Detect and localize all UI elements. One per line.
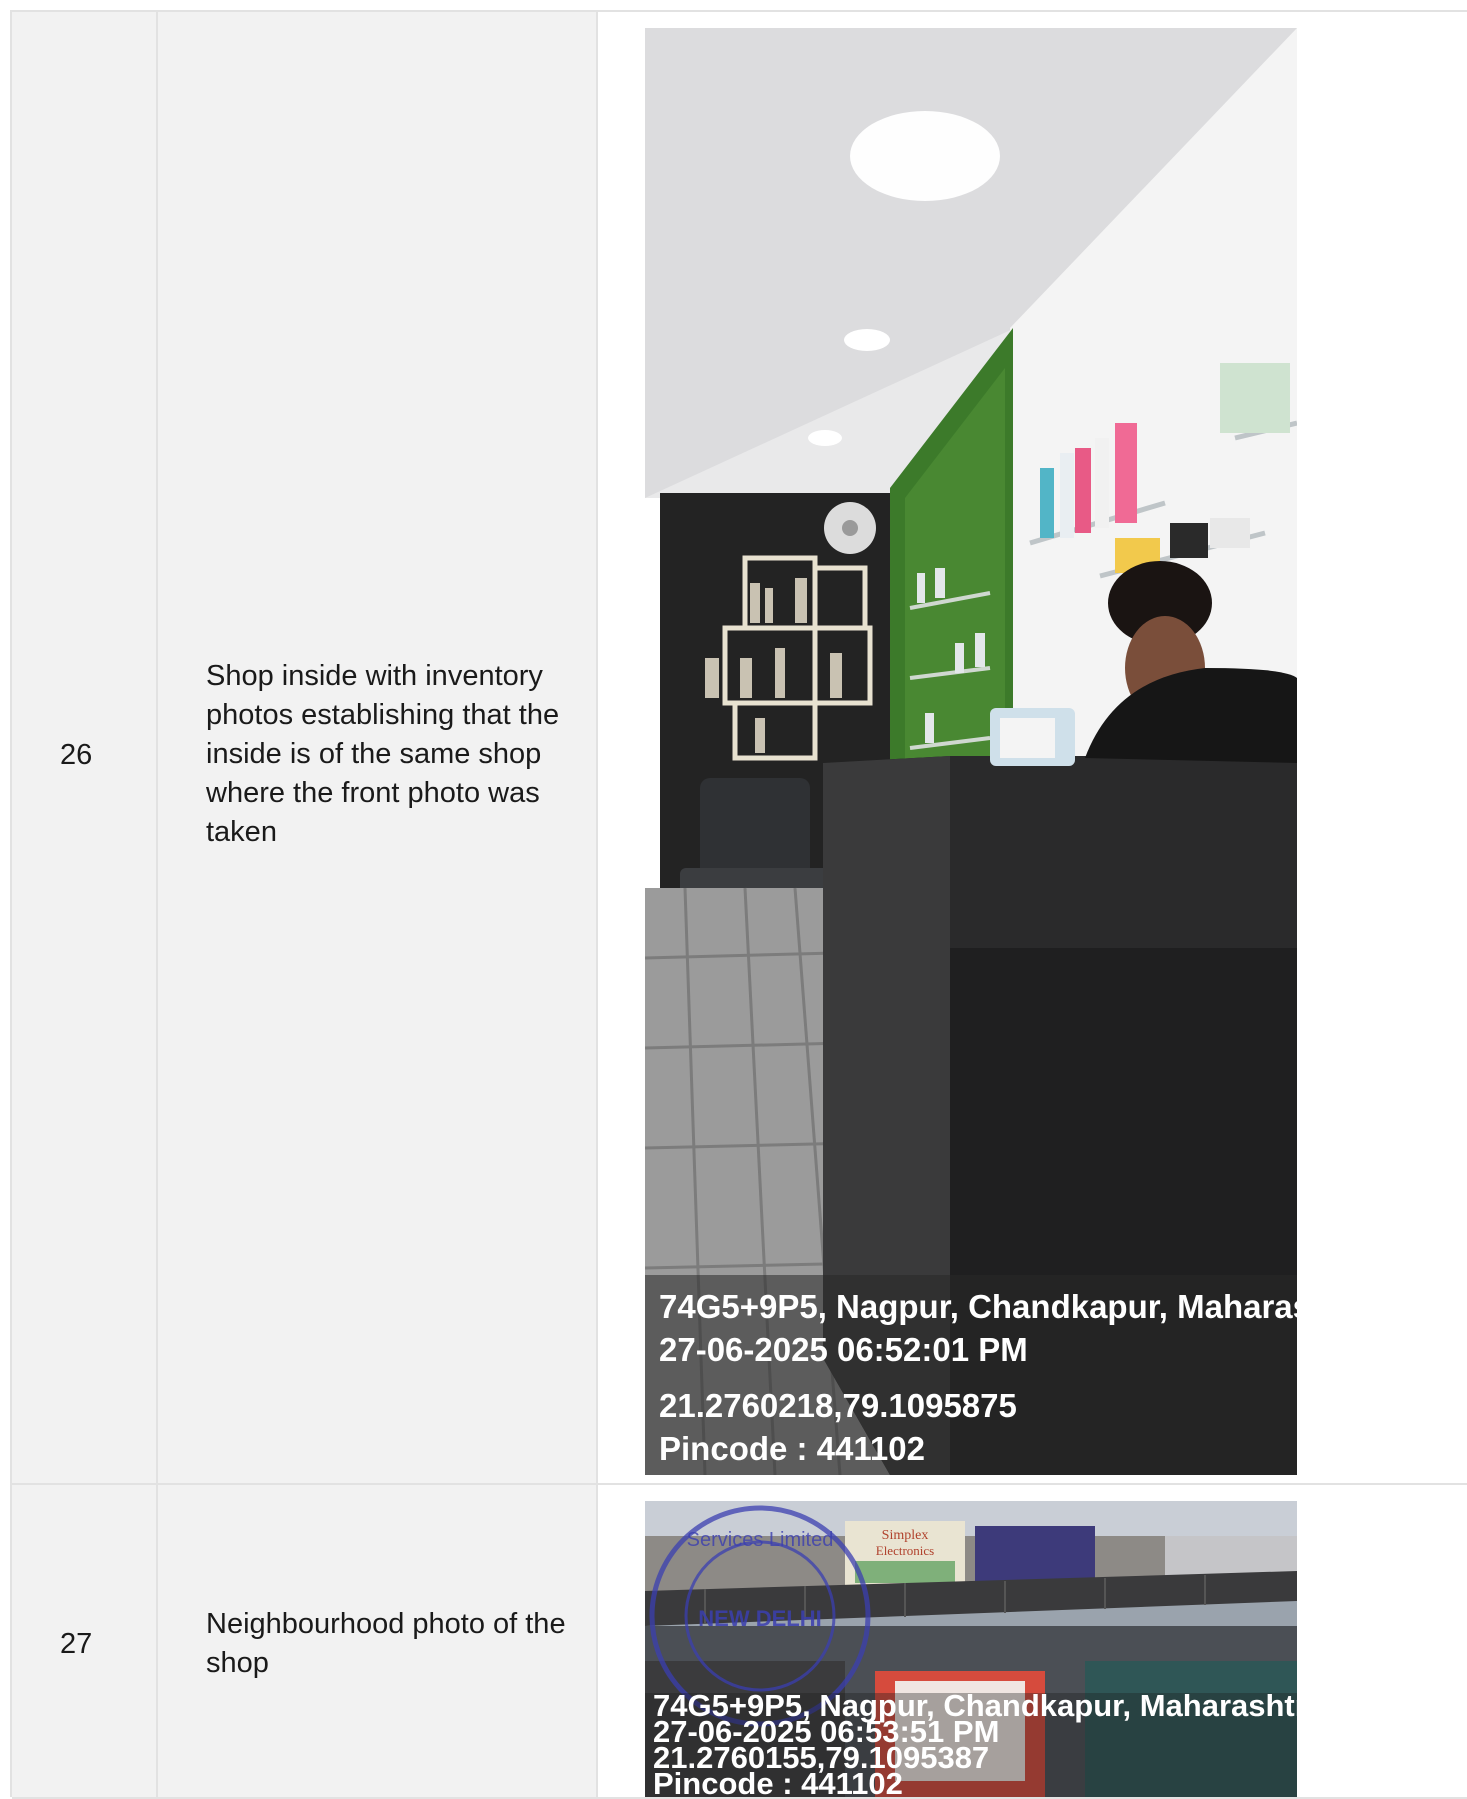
row-number-cell: 26	[12, 12, 158, 1485]
sign-text-line2: Electronics	[876, 1543, 934, 1558]
row-description: Neighbourhood photo of the shop	[206, 1608, 566, 1679]
photo-cell: Simplex Electronics Services Limited NEW…	[598, 1485, 1467, 1799]
shop-interior-photo: 74G5+9P5, Nagpur, Chandkapur, Maharashtr…	[645, 28, 1297, 1475]
row-number-cell: 27	[12, 1485, 158, 1799]
evidence-table: 26 Shop inside with inventory photos est…	[10, 10, 1467, 1799]
description-cell: Neighbourhood photo of the shop	[158, 1485, 598, 1799]
geotag-pincode: Pincode : 441102	[659, 1430, 925, 1467]
row-number: 26	[60, 739, 93, 771]
sign-text-line1: Simplex	[882, 1528, 929, 1543]
row-number: 27	[60, 1628, 93, 1660]
geotag-overlay: 74G5+9P5, Nagpur, Chandkapur, Maharashtr…	[645, 1275, 1297, 1475]
neighbourhood-photo: Simplex Electronics Services Limited NEW…	[645, 1501, 1297, 1797]
geotag-overlay: 74G5+9P5, Nagpur, Chandkapur, Maharashtr…	[645, 1693, 1297, 1797]
geotag-coordinates: 21.2760218,79.1095875	[659, 1387, 1017, 1424]
table-row: 27 Neighbourhood photo of the shop Simpl…	[12, 1485, 1467, 1799]
photo-cell: 74G5+9P5, Nagpur, Chandkapur, Maharashtr…	[598, 12, 1467, 1485]
stamp-center-text: NEW DELHI	[698, 1606, 821, 1631]
table-row: 26 Shop inside with inventory photos est…	[12, 12, 1467, 1485]
description-cell: Shop inside with inventory photos establ…	[158, 12, 598, 1485]
geotag-address: 74G5+9P5, Nagpur, Chandkapur, Maharashtr…	[659, 1288, 1297, 1325]
salon-interior-illustration	[645, 28, 1297, 1475]
row-description: Shop inside with inventory photos establ…	[206, 660, 560, 848]
stamp-top-text: Services Limited	[687, 1529, 834, 1551]
geotag-datetime: 27-06-2025 06:52:01 PM	[659, 1331, 1028, 1368]
